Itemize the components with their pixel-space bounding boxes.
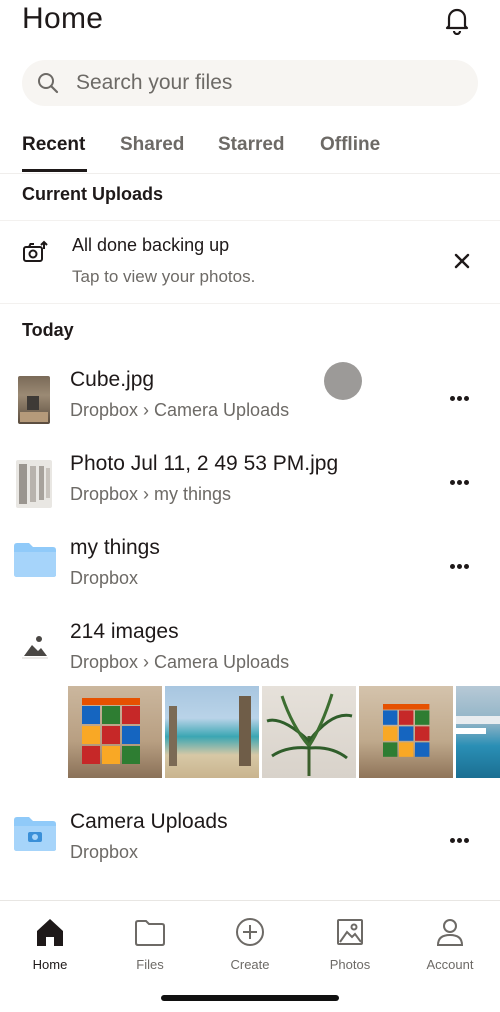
page-title: Home — [22, 2, 104, 35]
folder-row-my-things[interactable]: my things Dropbox — [0, 526, 500, 610]
image-strip — [68, 686, 500, 778]
beach-thumbnail[interactable] — [165, 686, 259, 778]
tab-bar: Recent Shared Starred Offline — [0, 128, 500, 174]
search-icon — [38, 73, 59, 94]
plant-thumbnail[interactable] — [262, 686, 356, 778]
tab-shared[interactable]: Shared — [120, 134, 184, 156]
folder-icon — [135, 920, 165, 946]
plus-circle-icon — [236, 918, 264, 946]
image-thumbnail — [18, 376, 50, 424]
group-name: 214 images — [70, 620, 179, 643]
camera-upload-icon — [23, 240, 48, 262]
images-group-row[interactable]: 214 images Dropbox › Camera Uploads — [0, 610, 500, 694]
file-row-photo[interactable]: Photo Jul 11, 2 49 53 PM.jpg Dropbox › m… — [0, 442, 500, 526]
file-name: Photo Jul 11, 2 49 53 PM.jpg — [70, 452, 339, 475]
tab-offline[interactable]: Offline — [320, 134, 380, 156]
upload-subtitle: Tap to view your photos. — [72, 267, 256, 286]
more-options-icon[interactable] — [450, 556, 480, 580]
folder-icon — [14, 543, 56, 577]
more-options-icon[interactable] — [450, 388, 480, 412]
tab-starred[interactable]: Starred — [218, 134, 285, 156]
folder-path: Dropbox — [70, 842, 139, 862]
active-tab-indicator — [22, 169, 87, 172]
more-options-icon[interactable] — [450, 472, 480, 496]
upload-status-card[interactable]: All done backing up Tap to view your pho… — [0, 220, 500, 304]
nav-label: Account — [426, 957, 474, 972]
document-thumbnail — [16, 460, 52, 508]
top-bar: Home — [0, 0, 500, 48]
camera-folder-icon — [14, 817, 56, 851]
touch-indicator — [324, 362, 362, 400]
tab-recent[interactable]: Recent — [22, 134, 85, 156]
image-icon — [22, 636, 48, 659]
more-options-icon[interactable] — [450, 830, 480, 854]
nav-label: Photos — [329, 957, 371, 972]
nav-home[interactable]: Home — [0, 909, 100, 973]
search-input[interactable]: Search your files — [22, 60, 478, 106]
folder-name: my things — [70, 536, 160, 559]
bell-icon[interactable] — [442, 5, 472, 35]
today-heading: Today — [22, 320, 74, 340]
pool-thumbnail[interactable] — [456, 686, 500, 778]
close-icon[interactable] — [450, 249, 474, 273]
home-icon — [37, 919, 63, 946]
upload-status-text: All done backing up — [72, 235, 230, 255]
bottom-navigation: Home Files Create Photos Account — [0, 900, 500, 1012]
file-name: Cube.jpg — [70, 368, 155, 391]
folder-name: Camera Uploads — [70, 810, 228, 833]
folder-path: Dropbox — [70, 568, 139, 588]
person-icon — [436, 919, 464, 946]
file-path: Dropbox › my things — [70, 484, 232, 504]
folder-row-camera-uploads[interactable]: Camera Uploads Dropbox — [0, 800, 500, 884]
group-path: Dropbox › Camera Uploads — [70, 652, 290, 672]
current-uploads-heading: Current Uploads — [22, 184, 164, 204]
nav-label: Create — [230, 957, 270, 972]
rubiks-cube-thumbnail[interactable] — [68, 686, 162, 778]
nav-account[interactable]: Account — [400, 909, 500, 973]
nav-files[interactable]: Files — [100, 909, 200, 973]
photos-icon — [337, 919, 363, 945]
rubiks-cube-2-thumbnail[interactable] — [359, 686, 453, 778]
nav-label: Home — [32, 957, 68, 972]
search-placeholder: Search your files — [76, 71, 233, 94]
home-indicator[interactable] — [161, 995, 339, 1001]
nav-photos[interactable]: Photos — [300, 909, 400, 973]
file-path: Dropbox › Camera Uploads — [70, 400, 290, 420]
file-row-cube[interactable]: Cube.jpg Dropbox › Camera Uploads — [0, 358, 500, 442]
nav-label: Files — [136, 957, 164, 972]
nav-create[interactable]: Create — [200, 909, 300, 973]
